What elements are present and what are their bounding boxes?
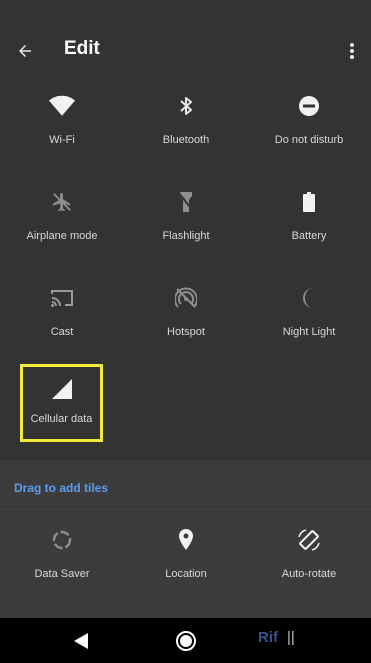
tile-label: Location (165, 568, 207, 580)
watermark-logo: Rif (258, 629, 278, 646)
cast-icon (48, 284, 76, 312)
arrow-back-icon (19, 45, 31, 57)
page-title: Edit (64, 38, 100, 59)
tile-label: Night Light (282, 326, 336, 338)
back-button[interactable] (12, 38, 38, 64)
tile-location[interactable]: Location (124, 522, 248, 612)
tile-wifi[interactable]: Wi-Fi (0, 88, 124, 178)
drag-section-title: Drag to add tiles (14, 481, 109, 495)
tile-label: Data Saver (34, 568, 90, 580)
tile-cast[interactable]: Cast (0, 280, 124, 370)
airplane-icon (48, 188, 76, 216)
tile-label: Cellular data (30, 413, 93, 425)
system-nav-bar: Rif || (0, 618, 371, 663)
tile-label: Flashlight (162, 230, 210, 242)
cellular-signal-icon (48, 375, 76, 403)
tile-data-saver[interactable]: Data Saver (0, 522, 124, 612)
tile-label: Do not disturb (274, 134, 344, 146)
home-circle-icon (176, 631, 196, 651)
overflow-menu-button[interactable] (343, 39, 361, 63)
night-light-icon (295, 284, 323, 312)
data-saver-icon (48, 526, 76, 554)
battery-icon (295, 188, 323, 216)
nav-home-button[interactable] (171, 626, 201, 656)
tile-label: Battery (291, 230, 327, 242)
tile-do-not-disturb[interactable]: Do not disturb (247, 88, 371, 178)
hotspot-icon (172, 284, 200, 312)
section-divider (0, 506, 371, 507)
tile-airplane-mode[interactable]: Airplane mode (0, 184, 124, 274)
tile-label: Airplane mode (26, 230, 98, 242)
tile-label: Bluetooth (162, 134, 210, 146)
nav-recents-glyph: || (287, 629, 295, 646)
tile-battery[interactable]: Battery (247, 184, 371, 274)
wifi-icon (48, 92, 76, 120)
flashlight-icon (172, 188, 200, 216)
tile-label: Auto-rotate (281, 568, 337, 580)
drag-to-add-section: Drag to add tiles Data Saver Location Au… (0, 460, 371, 618)
do-not-disturb-icon (295, 92, 323, 120)
auto-rotate-icon (295, 526, 323, 554)
tile-auto-rotate[interactable]: Auto-rotate (247, 522, 371, 612)
tile-label: Hotspot (167, 326, 205, 338)
more-vert-icon (350, 43, 354, 59)
tile-label: Wi-Fi (49, 134, 75, 146)
tile-night-light[interactable]: Night Light (247, 280, 371, 370)
app-bar: Edit (0, 0, 371, 98)
tile-hotspot[interactable]: Hotspot (124, 280, 248, 370)
location-icon (172, 526, 200, 554)
triangle-back-icon (74, 633, 88, 649)
nav-back-button[interactable] (66, 626, 96, 656)
tile-label: Cast (50, 326, 74, 338)
tile-bluetooth[interactable]: Bluetooth (124, 88, 248, 178)
tile-flashlight[interactable]: Flashlight (124, 184, 248, 274)
tile-cellular-data[interactable]: Cellular data (20, 364, 103, 442)
bluetooth-icon (172, 92, 200, 120)
